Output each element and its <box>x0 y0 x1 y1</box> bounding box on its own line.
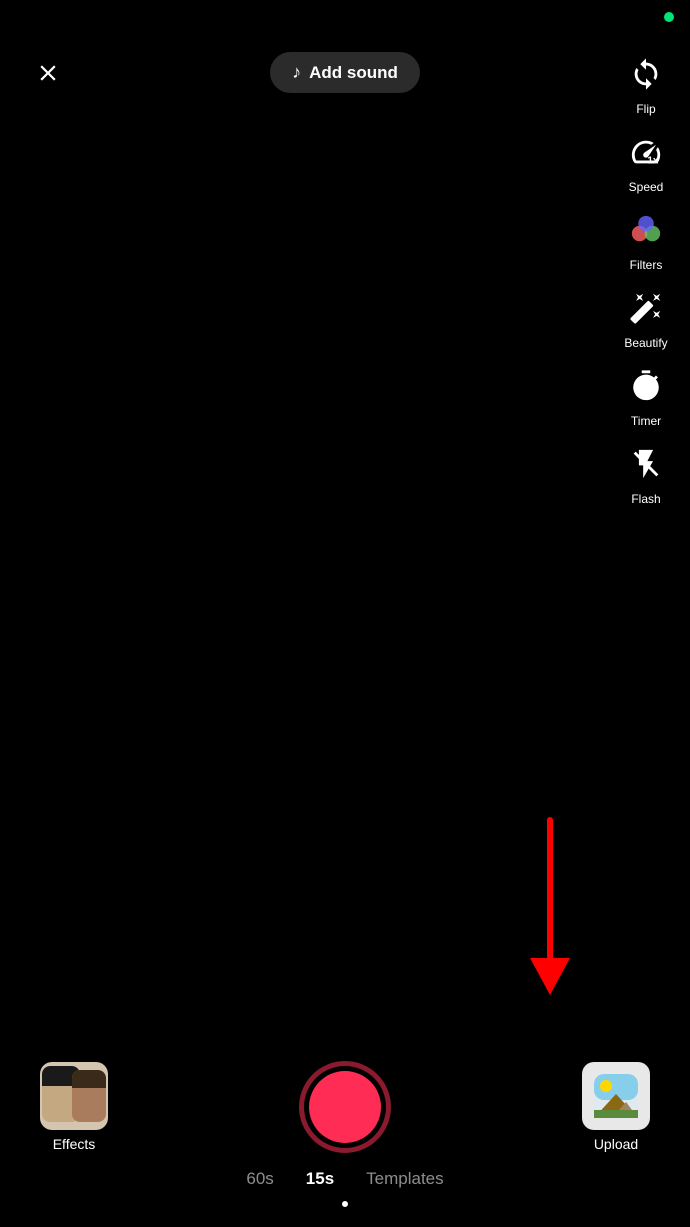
flip-control[interactable]: Flip <box>620 48 672 116</box>
flash-control[interactable]: Flash <box>620 438 672 506</box>
svg-text:3: 3 <box>647 391 652 401</box>
flip-label: Flip <box>636 102 655 116</box>
speed-control[interactable]: 1x Speed <box>620 126 672 194</box>
top-bar: ♪ Add sound <box>0 52 690 93</box>
face2 <box>72 1070 106 1122</box>
add-sound-button[interactable]: ♪ Add sound <box>270 52 420 93</box>
timer-icon: 3 <box>620 360 672 412</box>
speed-icon: 1x <box>620 126 672 178</box>
status-indicator <box>664 12 674 22</box>
beautify-label: Beautify <box>624 336 667 350</box>
speed-label: Speed <box>629 180 664 194</box>
effects-thumbnail <box>40 1062 108 1130</box>
svg-text:1x: 1x <box>647 155 659 166</box>
flash-label: Flash <box>631 492 660 506</box>
upload-icon-box <box>582 1062 650 1130</box>
tab-templates[interactable]: Templates <box>366 1169 443 1189</box>
record-button[interactable] <box>299 1061 391 1153</box>
tab-60s[interactable]: 60s <box>246 1169 273 1189</box>
effects-label: Effects <box>53 1136 96 1152</box>
timer-label: Timer <box>631 414 661 428</box>
beautify-icon <box>620 282 672 334</box>
music-icon: ♪ <box>292 62 301 83</box>
camera-screen: ♪ Add sound Flip 1x Speed <box>0 0 690 1227</box>
flip-icon <box>620 48 672 100</box>
filters-control[interactable]: Filters <box>620 204 672 272</box>
effects-button[interactable]: Effects <box>40 1062 108 1152</box>
flash-icon <box>620 438 672 490</box>
action-row: Effects <box>0 1061 690 1169</box>
record-inner <box>309 1071 381 1143</box>
tab-15s[interactable]: 15s <box>306 1169 334 1189</box>
tab-dot <box>342 1201 348 1207</box>
upload-label: Upload <box>594 1136 638 1152</box>
bottom-area: Effects <box>0 1061 690 1227</box>
filters-label: Filters <box>630 258 663 272</box>
add-sound-label: Add sound <box>309 63 398 83</box>
tutorial-arrow <box>520 810 580 1010</box>
upload-button[interactable]: Upload <box>582 1062 650 1152</box>
beautify-control[interactable]: Beautify <box>620 282 672 350</box>
filters-icon <box>620 204 672 256</box>
timer-control[interactable]: 3 Timer <box>620 360 672 428</box>
close-icon <box>35 60 61 86</box>
tab-indicator <box>0 1201 690 1227</box>
close-button[interactable] <box>28 53 68 93</box>
duration-tabs: 60s 15s Templates <box>0 1169 690 1201</box>
right-controls: Flip 1x Speed Filters <box>620 48 672 516</box>
